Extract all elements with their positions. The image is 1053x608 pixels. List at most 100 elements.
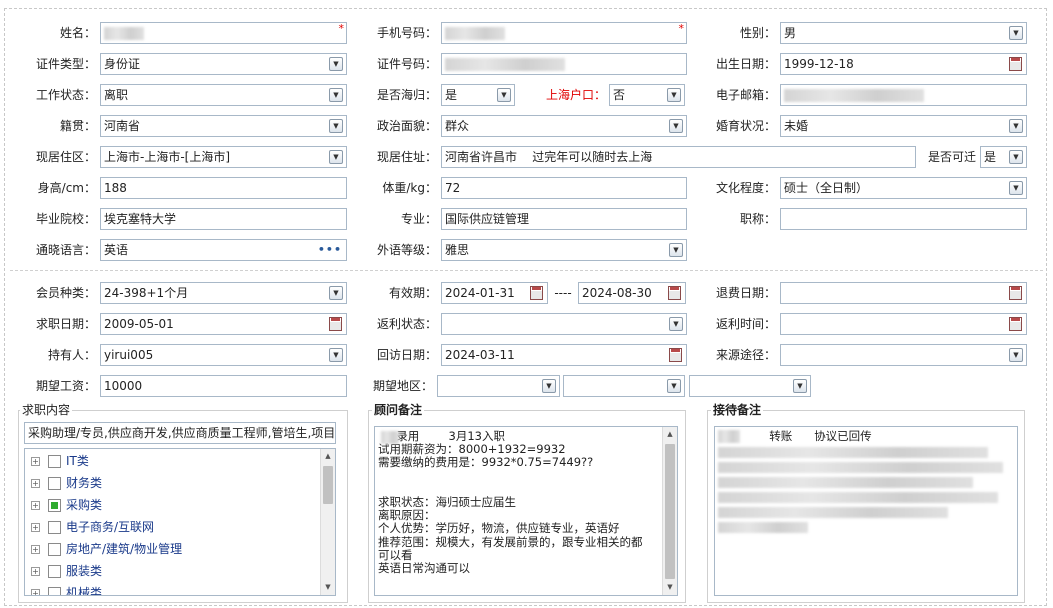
job-category-item[interactable]: + 房地产/建筑/物业管理 <box>31 539 182 559</box>
height-value: 188 <box>104 181 127 195</box>
current-area-value: 上海市-上海市-[上海市] <box>104 150 231 164</box>
job-category-item[interactable]: + 财务类 <box>31 473 102 493</box>
calendar-icon[interactable] <box>1009 317 1022 331</box>
scroll-down-icon[interactable]: ▼ <box>663 580 677 595</box>
rebate-status-select[interactable]: ▼ <box>441 313 687 335</box>
checkbox[interactable] <box>48 543 61 556</box>
relocate-select[interactable]: 是 ▼ <box>980 146 1027 168</box>
source-label: 来源途径： <box>715 348 776 362</box>
validity-end-field[interactable]: 2024-08-30 <box>578 282 686 304</box>
height-field[interactable]: 188 <box>100 177 347 199</box>
scroll-up-icon[interactable]: ▲ <box>663 427 677 442</box>
title-field[interactable] <box>780 208 1027 230</box>
school-field[interactable]: 埃克塞特大学 <box>100 208 347 230</box>
scroll-up-icon[interactable]: ▲ <box>321 449 335 464</box>
email-field[interactable] <box>780 84 1027 106</box>
job-category-item[interactable]: + 采购类 <box>31 495 102 515</box>
validity-label: 有效期： <box>388 286 437 300</box>
validity-start-field[interactable]: 2024-01-31 <box>441 282 548 304</box>
job-category-label: 机械类 <box>66 586 103 596</box>
birthdate-field[interactable]: 1999-12-18 <box>780 53 1027 75</box>
current-area-select[interactable]: 上海市-上海市-[上海市] ▼ <box>100 146 347 168</box>
checkbox[interactable] <box>48 565 61 578</box>
major-field[interactable]: 国际供应链管理 <box>441 208 687 230</box>
major-label: 专业： <box>400 212 437 226</box>
calendar-icon[interactable] <box>1009 57 1022 71</box>
advisor-note-line: 可以看 <box>378 547 413 562</box>
member-type-select[interactable]: 24-398+1个月 ▼ <box>100 282 347 304</box>
chevron-down-icon: ▼ <box>669 317 683 331</box>
more-icon[interactable]: ••• <box>318 240 342 260</box>
checkbox[interactable] <box>48 499 61 512</box>
id-type-select[interactable]: 身份证 ▼ <box>100 53 347 75</box>
expand-icon[interactable]: + <box>31 589 40 595</box>
marital-value: 未婚 <box>784 119 809 133</box>
school-value: 埃克塞特大学 <box>104 212 177 226</box>
work-status-select[interactable]: 离职 ▼ <box>100 84 347 106</box>
checkbox[interactable] <box>48 455 61 468</box>
revisit-date-field[interactable]: 2024-03-11 <box>441 344 687 366</box>
shanghai-hukou-label: 上海户口： <box>545 88 606 102</box>
job-category-label: 财务类 <box>66 476 103 490</box>
chevron-down-icon: ▼ <box>329 286 343 300</box>
holder-select[interactable]: yirui005 ▼ <box>100 344 347 366</box>
chevron-down-icon: ▼ <box>793 379 807 393</box>
language-field[interactable]: 英语 ••• <box>100 239 347 261</box>
foreign-level-select[interactable]: 雅思 ▼ <box>441 239 687 261</box>
job-category-item[interactable]: + 服装类 <box>31 561 102 581</box>
name-field[interactable]: * <box>100 22 347 44</box>
rebate-time-field[interactable] <box>780 313 1027 335</box>
reception-notes-textarea[interactable]: 转账 协议已回传 <box>714 426 1018 596</box>
expand-icon[interactable]: + <box>31 567 40 576</box>
notes-scrollbar[interactable]: ▲ ▼ <box>662 427 677 595</box>
expand-icon[interactable]: + <box>31 457 40 466</box>
advisor-notes-textarea[interactable]: 录用 3月13入职 试用期薪资为：8000+1932=9932 需要缴纳的费用是：9… <box>374 426 678 596</box>
scroll-down-icon[interactable]: ▼ <box>321 580 335 595</box>
calendar-icon[interactable] <box>668 286 681 300</box>
returnee-select[interactable]: 是 ▼ <box>441 84 515 106</box>
scroll-thumb[interactable] <box>323 466 333 504</box>
school-label: 毕业院校： <box>35 212 96 226</box>
refund-date-field[interactable] <box>780 282 1027 304</box>
calendar-icon[interactable] <box>669 348 682 362</box>
checkbox[interactable] <box>48 587 61 595</box>
region-city-select[interactable]: ▼ <box>563 375 685 397</box>
chevron-down-icon: ▼ <box>329 150 343 164</box>
current-address-field[interactable]: 河南省许昌市 过完年可以随时去上海 <box>441 146 916 168</box>
required-mark: * <box>338 22 345 35</box>
salary-field[interactable]: 10000 <box>100 375 347 397</box>
native-place-select[interactable]: 河南省 ▼ <box>100 115 347 137</box>
checkbox[interactable] <box>48 477 61 490</box>
expand-icon[interactable]: + <box>31 523 40 532</box>
source-select[interactable]: ▼ <box>780 344 1027 366</box>
job-content-summary[interactable]: 采购助理/专员,供应商开发,供应商质量工程师,管培生,项目 <box>24 422 336 444</box>
job-date-field[interactable]: 2009-05-01 <box>100 313 347 335</box>
job-category-item[interactable]: + 电子商务/互联网 <box>31 517 154 537</box>
gender-select[interactable]: 男 ▼ <box>780 22 1027 44</box>
region-district-select[interactable]: ▼ <box>689 375 811 397</box>
scroll-thumb[interactable] <box>665 444 675 579</box>
expand-icon[interactable]: + <box>31 501 40 510</box>
checkbox[interactable] <box>48 521 61 534</box>
education-select[interactable]: 硕士（全日制） ▼ <box>780 177 1027 199</box>
phone-field[interactable]: * <box>441 22 687 44</box>
birthdate-label: 出生日期： <box>715 57 776 71</box>
job-category-item[interactable]: + 机械类 <box>31 583 103 596</box>
region-province-select[interactable]: ▼ <box>437 375 560 397</box>
shanghai-hukou-select[interactable]: 否 ▼ <box>609 84 685 106</box>
expand-icon[interactable]: + <box>31 545 40 554</box>
marital-select[interactable]: 未婚 ▼ <box>780 115 1027 137</box>
member-type-value: 24-398+1个月 <box>104 286 189 300</box>
tree-scrollbar[interactable]: ▲ ▼ <box>320 449 335 595</box>
calendar-icon[interactable] <box>329 317 342 331</box>
calendar-icon[interactable] <box>1009 286 1022 300</box>
calendar-icon[interactable] <box>530 286 543 300</box>
political-select[interactable]: 群众 ▼ <box>441 115 687 137</box>
title-label: 职称： <box>739 212 776 226</box>
weight-field[interactable]: 72 <box>441 177 687 199</box>
expand-icon[interactable]: + <box>31 479 40 488</box>
chevron-down-icon: ▼ <box>329 119 343 133</box>
job-category-item[interactable]: + IT类 <box>31 451 89 471</box>
id-number-field[interactable] <box>441 53 687 75</box>
chevron-down-icon: ▼ <box>1009 348 1023 362</box>
